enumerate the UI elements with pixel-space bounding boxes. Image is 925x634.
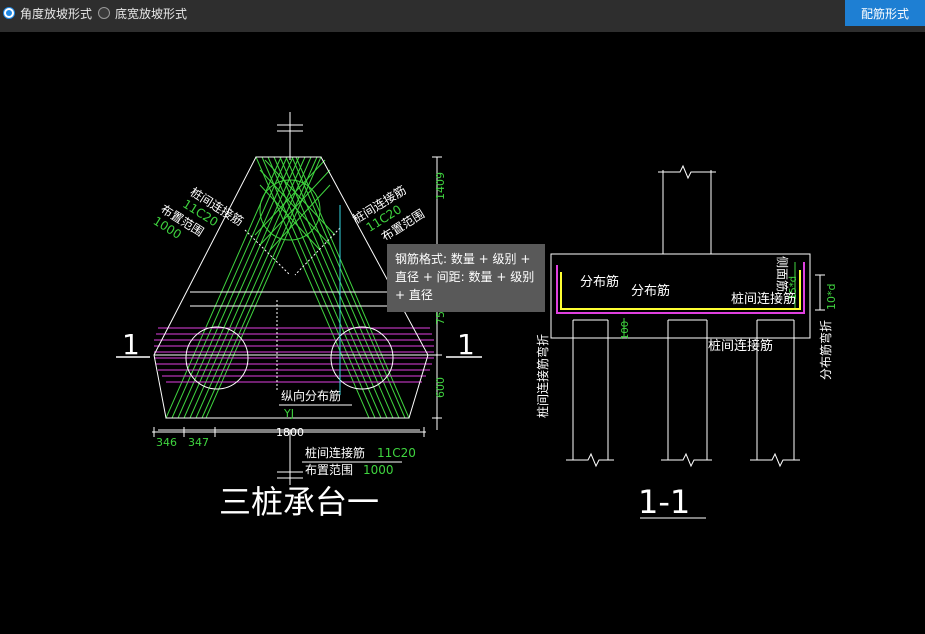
toolbar: 角度放坡形式 底宽放坡形式 配筋形式 [0,0,925,32]
dim-1800: 1800 [276,426,304,439]
pile-conn-rebar-label-2: 桩间连接筋 [708,338,773,354]
dim-75: 75 [434,311,447,325]
dim-346: 346 [156,436,177,449]
dim-600: 600 [434,377,447,398]
radio-angle-label: 角度放坡形式 [20,6,93,21]
dim-100: 100 [620,321,631,340]
radio-dot-checked-icon [3,7,15,19]
radio-bottom-label: 底宽放坡形式 [115,6,188,21]
cad-canvas: 1409 75 600 346 347 1800 1 1 桩间连接筋 11C20… [0,32,925,630]
rebar-config-button[interactable]: 配筋形式 [845,0,925,26]
section-view [550,164,825,519]
pile-conn-bend-label: 桩间连接筋弯折 [535,334,550,418]
dim-1409: 1409 [434,172,447,200]
section-mark-left: 1 [122,328,140,361]
plan-view: 1409 75 600 346 347 1800 1 1 桩间连接筋 11C20… [116,112,482,521]
bottom-range-label: 布置范围 [305,463,353,477]
bottom-range-value: 1000 [363,463,394,477]
bottom-rebar-spec: 11C20 [377,446,416,460]
dim-10d: 10*d [825,284,838,310]
dim-347: 347 [188,436,209,449]
section-mark-right: 1 [457,328,475,361]
tooltip-text: 钢筋格式: 数量 + 级别 + 直径 + 间距: 数量 + 级别 + 直径 [395,252,535,302]
longitudinal-rebar-label: 纵向分布筋 [281,388,341,403]
pile-conn-rebar-label-1: 桩间连接筋 [731,291,796,307]
dist-bend-label: 分布筋弯折 [818,320,833,380]
plan-title: 三桩承台一 [219,483,379,521]
bottom-rebar-label: 桩间连接筋 [305,445,365,460]
dist-rebar-label-1: 分布筋 [580,274,619,290]
section-title: 1-1 [638,483,690,521]
dist-rebar-label-2: 分布筋 [631,283,670,299]
radio-dot-icon [98,7,110,19]
yj-label: YJ [283,407,294,420]
radio-angle-slope[interactable]: 角度放坡形式 [3,5,92,21]
radio-bottom-width-slope[interactable]: 底宽放坡形式 [98,5,187,21]
rebar-format-tooltip: 钢筋格式: 数量 + 级别 + 直径 + 间距: 数量 + 级别 + 直径 [387,244,545,312]
side-rebar-label: 侧面筋 [775,256,790,292]
